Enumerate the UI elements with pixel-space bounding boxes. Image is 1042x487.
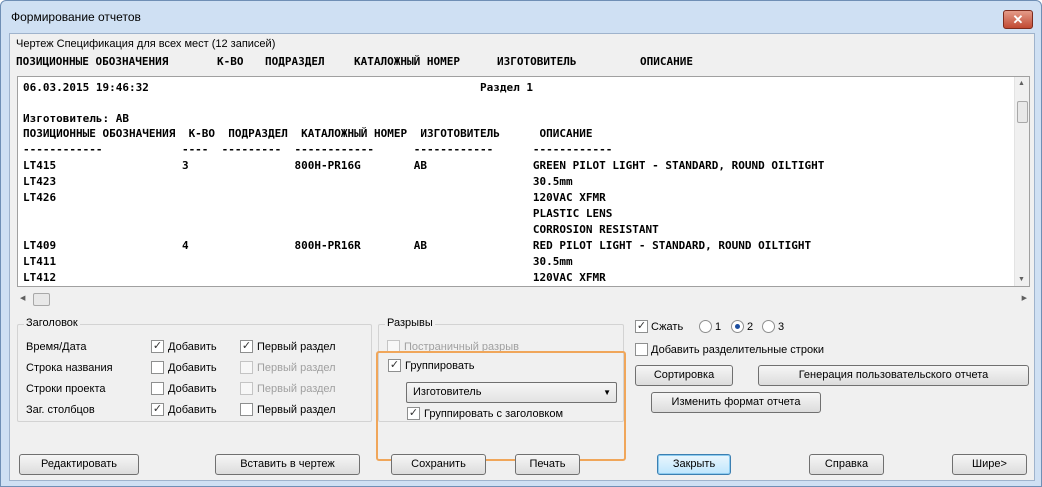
header-row-label: Время/Дата bbox=[26, 341, 87, 353]
column-header-qty: К-ВО bbox=[217, 55, 244, 68]
compress-checkbox[interactable] bbox=[635, 320, 648, 333]
add-datetime-checkbox[interactable] bbox=[151, 340, 164, 353]
scroll-left-icon[interactable]: ◀ bbox=[20, 294, 25, 302]
dialog-client: Чертеж Спецификация для всех мест (12 за… bbox=[9, 33, 1035, 481]
column-header-description: ОПИСАНИЕ bbox=[640, 55, 693, 68]
header-row-label: Заг. столбцов bbox=[26, 404, 95, 416]
horizontal-scrollbar[interactable]: ◀ ▶ bbox=[17, 291, 1030, 308]
header-group: Заголовок Время/Дата Добавить Первый раз… bbox=[17, 317, 372, 422]
preview-line: ------------ ---- --------- ------------… bbox=[23, 143, 613, 156]
close-button[interactable]: Закрыть bbox=[657, 454, 731, 475]
vertical-scrollbar[interactable]: ▲ ▼ bbox=[1014, 77, 1029, 286]
breaks-group-title: Разрывы bbox=[385, 317, 435, 329]
add-project-rows-checkbox[interactable] bbox=[151, 382, 164, 395]
scroll-right-icon[interactable]: ▶ bbox=[1022, 294, 1027, 302]
column-header-subsection: ПОДРАЗДЕЛ bbox=[265, 55, 325, 68]
first-section-title-row-checkbox bbox=[240, 361, 253, 374]
preview-line: PLASTIC LENS bbox=[23, 207, 613, 220]
add-label: Добавить bbox=[168, 362, 217, 374]
preview-line: LT411 30.5mm bbox=[23, 255, 573, 268]
radio-option-1[interactable] bbox=[699, 320, 712, 333]
first-section-label: Первый раздел bbox=[257, 341, 336, 353]
preview-line: LT423 30.5mm bbox=[23, 175, 573, 188]
preview-line: LT415 3 800H-PR16G AB GREEN PILOT LIGHT … bbox=[23, 159, 825, 172]
horizontal-scroll-thumb[interactable] bbox=[33, 293, 50, 306]
add-title-row-checkbox[interactable] bbox=[151, 361, 164, 374]
add-separator-label: Добавить разделительные строки bbox=[651, 344, 825, 356]
group-by-select[interactable]: Изготовитель ▼ bbox=[406, 382, 617, 403]
radio-option-2[interactable] bbox=[731, 320, 744, 333]
preview-line: LT426 120VAC XFMR bbox=[23, 191, 606, 204]
header-group-title: Заголовок bbox=[24, 317, 80, 329]
save-button[interactable]: Сохранить bbox=[391, 454, 486, 475]
add-separator-checkbox[interactable] bbox=[635, 343, 648, 356]
preview-line: LT412 120VAC XFMR bbox=[23, 271, 606, 284]
preview-line: ПОЗИЦИОННЫЕ ОБОЗНАЧЕНИЯ К-ВО ПОДРАЗДЕЛ К… bbox=[23, 127, 593, 140]
add-label: Добавить bbox=[168, 383, 217, 395]
radio-option-3[interactable] bbox=[762, 320, 775, 333]
close-icon[interactable]: ✕ bbox=[1003, 10, 1033, 29]
window-title: Формирование отчетов bbox=[11, 10, 141, 24]
report-preview[interactable]: 06.03.2015 19:46:32 Раздел 1 Изготовител… bbox=[17, 76, 1030, 287]
first-section-datetime-checkbox[interactable] bbox=[240, 340, 253, 353]
radio-label: 2 bbox=[747, 321, 754, 333]
column-header-manufacturer: ИЗГОТОВИТЕЛЬ bbox=[497, 55, 577, 68]
group-label: Группировать bbox=[405, 360, 475, 372]
add-label: Добавить bbox=[168, 341, 217, 353]
first-section-label: Первый раздел bbox=[257, 383, 336, 395]
first-section-project-rows-checkbox bbox=[240, 382, 253, 395]
preview-line: CORROSION RESISTANT bbox=[23, 223, 659, 236]
change-format-button[interactable]: Изменить формат отчета bbox=[651, 392, 821, 413]
radio-label: 3 bbox=[778, 321, 785, 333]
report-window: Формирование отчетов ✕ Чертеж Спецификац… bbox=[0, 0, 1042, 487]
radio-label: 1 bbox=[715, 321, 722, 333]
first-section-label: Первый раздел bbox=[257, 362, 336, 374]
wider-button[interactable]: Шире> bbox=[952, 454, 1027, 475]
group-by-value: Изготовитель bbox=[413, 386, 482, 398]
group-with-header-checkbox[interactable] bbox=[407, 407, 420, 420]
preview-line: Изготовитель: AB bbox=[23, 112, 129, 125]
custom-report-button[interactable]: Генерация пользовательского отчета bbox=[758, 365, 1029, 386]
compress-label: Сжать bbox=[651, 321, 684, 333]
insert-into-drawing-button[interactable]: Вставить в чертеж bbox=[215, 454, 360, 475]
column-header-catalog: КАТАЛОЖНЫЙ НОМЕР bbox=[354, 55, 460, 68]
header-row-label: Строки проекта bbox=[26, 383, 106, 395]
group-with-header-label: Группировать с заголовком bbox=[424, 408, 564, 420]
add-column-headers-checkbox[interactable] bbox=[151, 403, 164, 416]
preview-line: LT409 4 800H-PR16R AB RED PILOT LIGHT - … bbox=[23, 239, 812, 252]
first-section-label: Первый раздел bbox=[257, 404, 336, 416]
help-button[interactable]: Справка bbox=[809, 454, 884, 475]
first-section-column-headers-checkbox[interactable] bbox=[240, 403, 253, 416]
title-bar[interactable]: Формирование отчетов ✕ bbox=[1, 1, 1041, 33]
sort-button[interactable]: Сортировка bbox=[635, 365, 733, 386]
scroll-down-icon[interactable]: ▼ bbox=[1018, 276, 1025, 283]
column-header-positions: ПОЗИЦИОННЫЕ ОБОЗНАЧЕНИЯ bbox=[16, 55, 169, 68]
header-row-label: Строка названия bbox=[26, 362, 113, 374]
edit-button[interactable]: Редактировать bbox=[19, 454, 139, 475]
scroll-up-icon[interactable]: ▲ bbox=[1018, 80, 1025, 87]
group-checkbox[interactable] bbox=[388, 359, 401, 372]
print-button[interactable]: Печать bbox=[515, 454, 580, 475]
preview-line: 06.03.2015 19:46:32 Раздел 1 bbox=[23, 81, 533, 94]
vertical-scroll-thumb[interactable] bbox=[1017, 101, 1028, 123]
chevron-down-icon: ▼ bbox=[603, 388, 611, 397]
drawing-subtitle: Чертеж Спецификация для всех мест (12 за… bbox=[16, 38, 276, 50]
add-label: Добавить bbox=[168, 404, 217, 416]
